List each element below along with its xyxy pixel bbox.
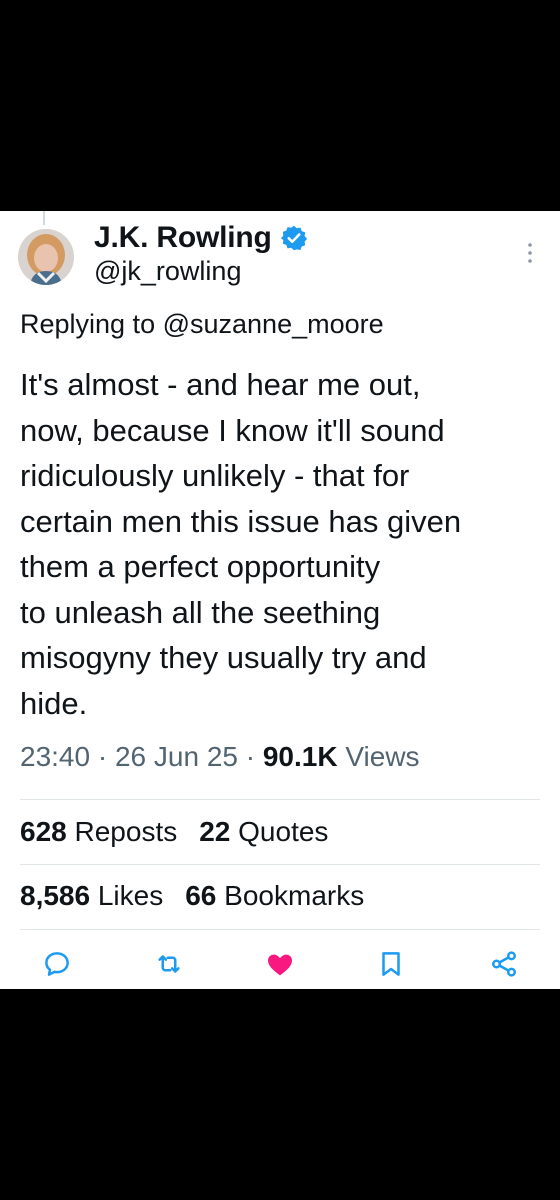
verified-badge-icon: [280, 224, 308, 252]
more-options-icon[interactable]: [524, 241, 536, 265]
author-handle[interactable]: @jk_rowling: [94, 256, 241, 287]
tweet-text-line: to unleash all the seething: [20, 594, 381, 630]
author-name-row: J.K. Rowling: [94, 218, 308, 258]
bookmarks-count: 66: [185, 880, 217, 911]
tweet-actions: [0, 949, 560, 983]
avatar[interactable]: [18, 229, 74, 285]
bookmarks-stat[interactable]: 66 Bookmarks: [185, 880, 364, 912]
tweet-text-line: misogyny they usually try and: [20, 640, 427, 675]
tweet-text-line: certain men this issue has given: [20, 503, 462, 539]
quotes-count: 22: [199, 816, 231, 847]
replying-to-line: Replying to @suzanne_moore: [20, 309, 384, 340]
tweet-meta: 23:40 · 26 Jun 25 · 90.1K Views: [20, 741, 420, 773]
tweet-text-line: hide.: [20, 685, 88, 721]
tweet-text-line: them a perfect opportunity: [20, 549, 381, 584]
stats-row-reposts: 628 Reposts 22 Quotes: [20, 816, 328, 848]
bookmark-button[interactable]: [374, 949, 408, 983]
views-count: 90.1K: [262, 741, 338, 772]
meta-separator: ·: [97, 741, 108, 772]
divider: [20, 929, 540, 930]
quotes-stat[interactable]: 22 Quotes: [199, 816, 328, 848]
meta-separator: ·: [245, 741, 256, 772]
stats-row-likes: 8,586 Likes 66 Bookmarks: [20, 880, 364, 912]
likes-stat[interactable]: 8,586 Likes: [20, 880, 163, 912]
divider: [20, 864, 540, 865]
like-button[interactable]: [263, 949, 297, 983]
share-icon: [489, 949, 519, 984]
reposts-stat[interactable]: 628 Reposts: [20, 816, 177, 848]
bookmarks-label: Bookmarks: [224, 880, 365, 911]
divider: [20, 799, 540, 800]
tweet-card: J.K. Rowling @jk_rowling Replying to @su…: [0, 211, 560, 989]
likes-label: Likes: [97, 880, 164, 911]
repost-icon: [154, 949, 184, 984]
replying-to-handle[interactable]: @suzanne_moore: [163, 309, 384, 339]
reply-button[interactable]: [40, 949, 74, 983]
share-button[interactable]: [487, 949, 521, 983]
reposts-count: 628: [20, 816, 67, 847]
reposts-label: Reposts: [74, 816, 178, 847]
tweet-text-line: now, because I know it'll sound: [20, 412, 445, 448]
author-display-name[interactable]: J.K. Rowling: [94, 221, 272, 255]
likes-count: 8,586: [20, 880, 91, 911]
tweet-text-line: ridiculously unlikely - that for: [20, 458, 410, 493]
replying-to-label: Replying to: [20, 309, 163, 339]
like-icon: [264, 948, 296, 985]
bookmark-icon: [376, 949, 406, 984]
tweet-time[interactable]: 23:40: [20, 741, 90, 772]
quotes-label: Quotes: [238, 816, 329, 847]
repost-button[interactable]: [152, 949, 186, 983]
reply-icon: [42, 949, 72, 984]
tweet-text: It's almost - and hear me out, now, beca…: [20, 362, 540, 726]
thread-line: [43, 211, 45, 225]
tweet-date[interactable]: 26 Jun 25: [115, 741, 238, 772]
tweet-text-line: It's almost - and hear me out,: [20, 367, 421, 402]
views-label: Views: [345, 741, 420, 772]
